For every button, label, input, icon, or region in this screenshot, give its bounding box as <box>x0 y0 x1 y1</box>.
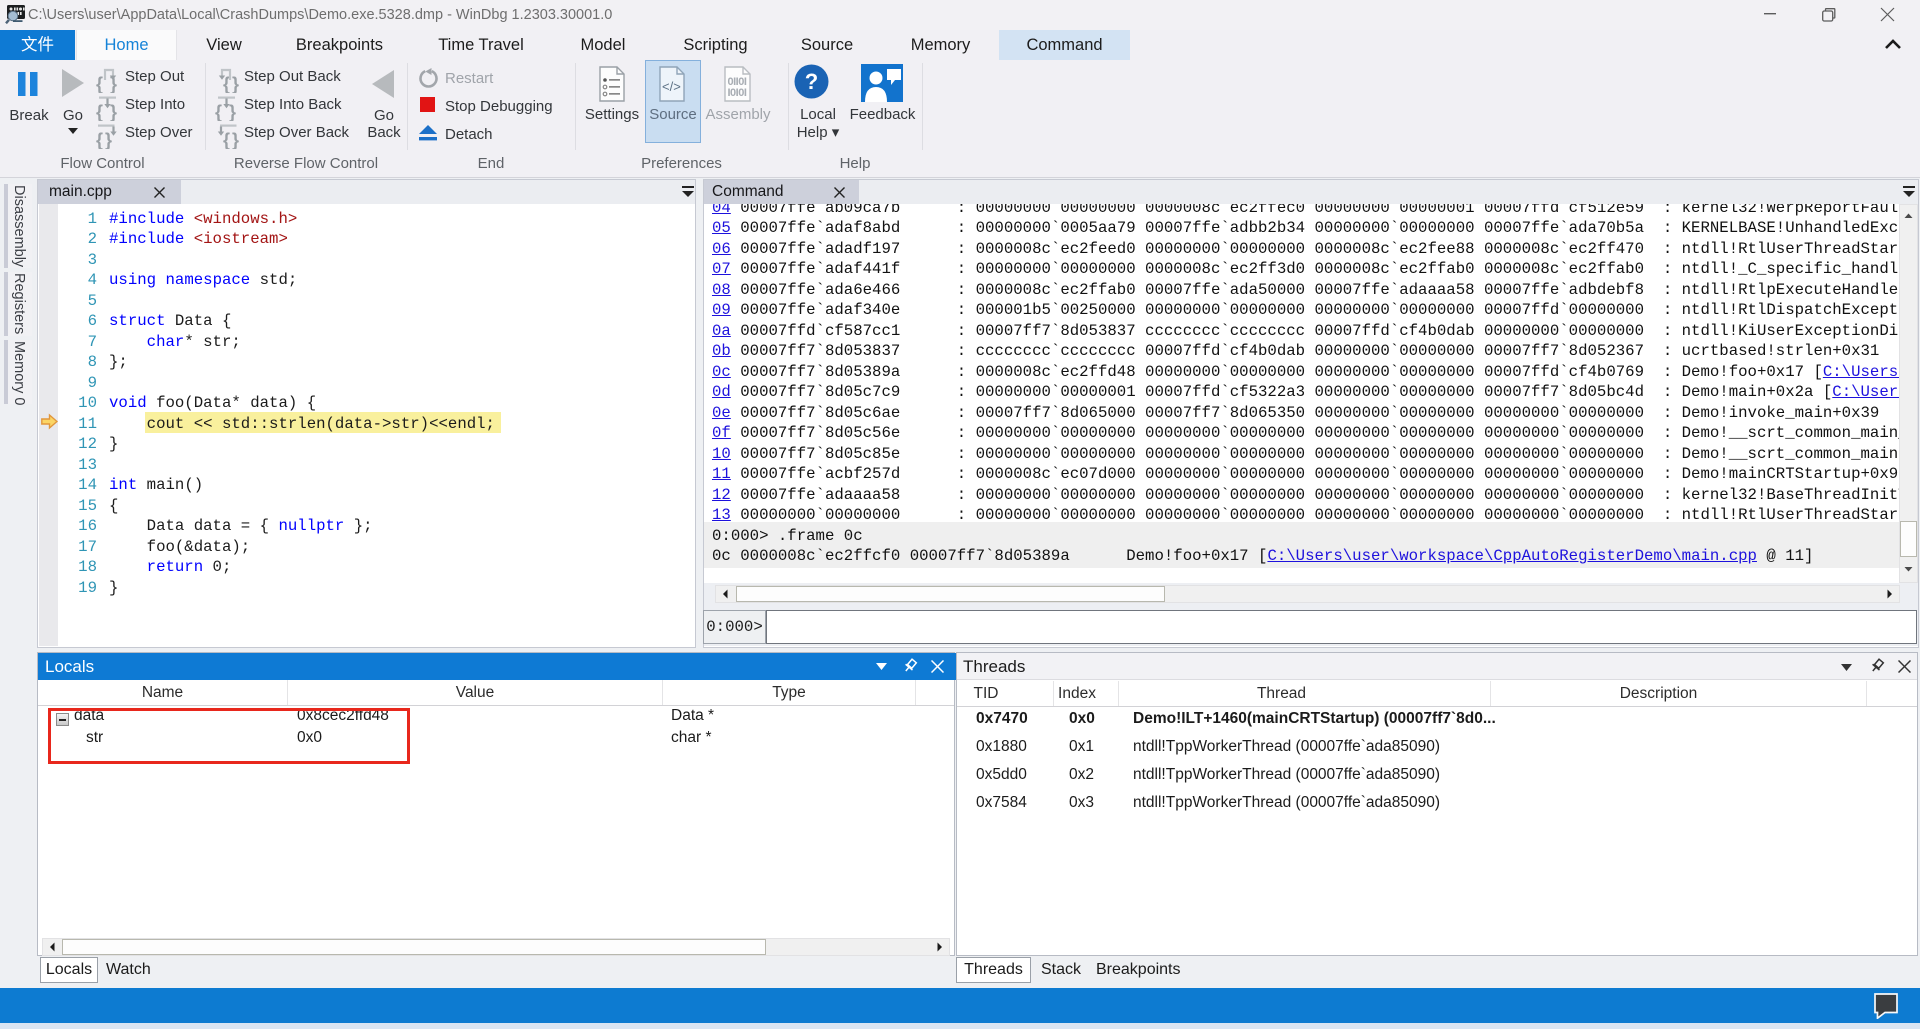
svg-text:</>: </> <box>662 79 681 94</box>
svg-text:{: { <box>215 102 222 121</box>
svg-text:}: } <box>232 130 239 149</box>
svg-text:I0I0I: I0I0I <box>728 87 747 99</box>
svg-text:{: { <box>96 74 103 93</box>
svg-text:}: } <box>232 74 239 93</box>
svg-text:}: } <box>110 102 117 121</box>
svg-text:}: } <box>105 130 112 149</box>
svg-text:{: { <box>96 102 103 121</box>
svg-text:{: { <box>96 130 103 149</box>
svg-text:{: { <box>223 130 230 149</box>
svg-text:?: ? <box>805 69 818 94</box>
svg-text:}: } <box>229 102 236 121</box>
